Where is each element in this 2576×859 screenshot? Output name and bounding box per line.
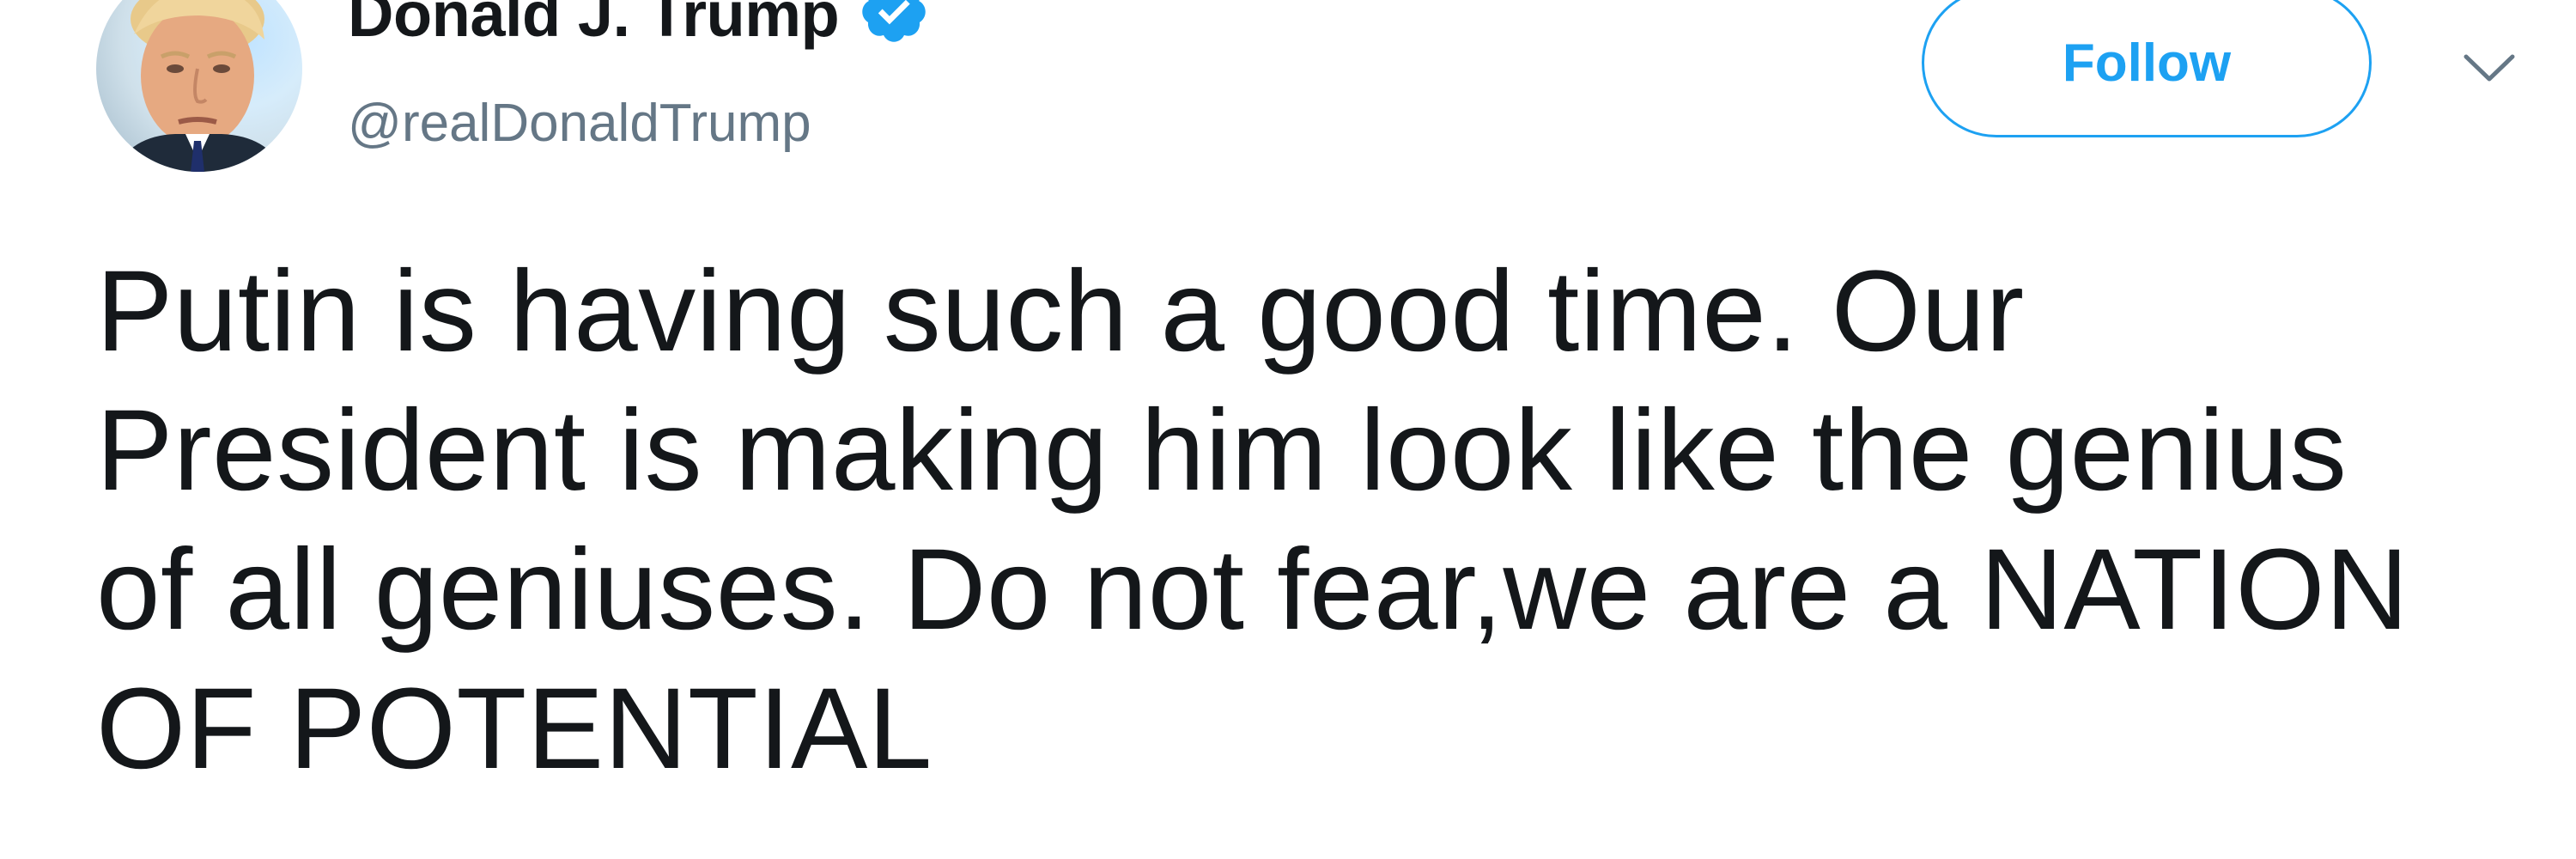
tweet-text-line: President is making him look like the ge… — [96, 387, 2348, 515]
tweet-text: Putin is having such a good time. Our Pr… — [96, 242, 2518, 799]
tweet-card: Donald J. Trump @realDonaldTrump Follow … — [0, 0, 2576, 859]
verified-badge-icon — [858, 0, 930, 46]
display-name[interactable]: Donald J. Trump — [348, 0, 930, 57]
follow-button[interactable]: Follow — [1922, 0, 2372, 137]
user-handle[interactable]: @realDonaldTrump — [348, 93, 811, 154]
tweet-text-line: Putin is having such a good time. Our — [96, 247, 2025, 375]
profile-photo-icon — [113, 0, 285, 172]
tweet-text-line: OF POTENTIAL — [96, 665, 933, 793]
display-name-text: Donald J. Trump — [348, 0, 840, 50]
chevron-down-icon[interactable] — [2463, 52, 2516, 86]
tweet-text-line: of all geniuses. Do not fear,we are a NA… — [96, 526, 2409, 654]
avatar[interactable] — [96, 0, 302, 172]
